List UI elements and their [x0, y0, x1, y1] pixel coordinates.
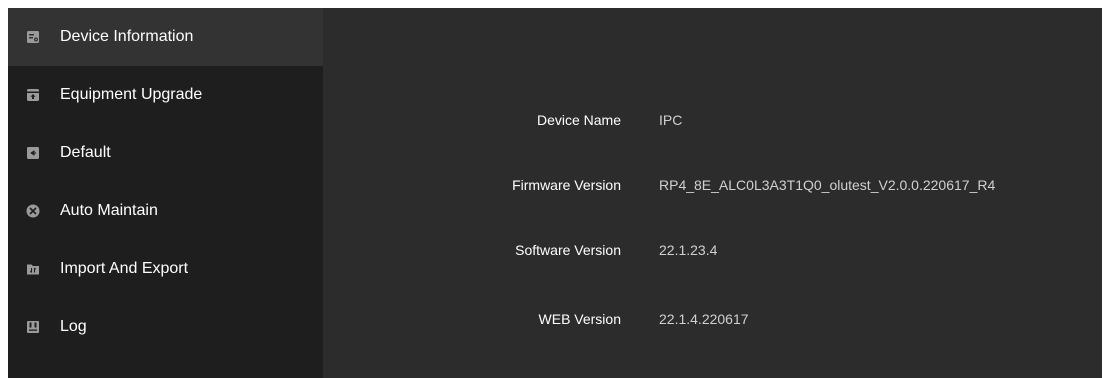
firmware-version-row: Firmware Version RP4_8E_ALC0L3A3T1Q0_olu…	[323, 177, 1102, 197]
device-name-row: Device Name IPC	[323, 112, 1102, 132]
sidebar-item-log[interactable]: Log	[8, 298, 323, 356]
top-strip	[0, 0, 1110, 8]
sidebar-item-label: Device Information	[60, 28, 194, 45]
device-name-value: IPC	[659, 112, 683, 128]
web-version-value: 22.1.4.220617	[659, 311, 749, 327]
app-window: Device Information Equipment Upgrade Def…	[8, 8, 1102, 378]
default-icon	[26, 146, 40, 160]
sidebar-item-import-export[interactable]: Import And Export	[8, 240, 323, 298]
sidebar-item-equipment-upgrade[interactable]: Equipment Upgrade	[8, 66, 323, 124]
auto-maintain-icon	[26, 204, 40, 218]
sidebar-item-auto-maintain[interactable]: Auto Maintain	[8, 182, 323, 240]
device-info-icon	[26, 30, 40, 44]
upgrade-icon	[26, 88, 40, 102]
device-info-panel: Device Name IPC Firmware Version RP4_8E_…	[323, 8, 1102, 378]
sidebar: Device Information Equipment Upgrade Def…	[8, 8, 323, 378]
web-version-row: WEB Version 22.1.4.220617	[323, 311, 1102, 331]
sidebar-item-label: Equipment Upgrade	[60, 86, 203, 103]
firmware-version-value: RP4_8E_ALC0L3A3T1Q0_olutest_V2.0.0.22061…	[659, 177, 996, 193]
sidebar-item-label: Import And Export	[60, 260, 189, 277]
device-name-label: Device Name	[536, 112, 621, 128]
log-icon	[26, 320, 40, 334]
software-version-row: Software Version 22.1.23.4	[323, 242, 1102, 262]
firmware-version-label: Firmware Version	[512, 177, 621, 193]
web-version-label: WEB Version	[538, 311, 621, 327]
sidebar-item-label: Log	[60, 318, 87, 335]
sidebar-item-default[interactable]: Default	[8, 124, 323, 182]
software-version-value: 22.1.23.4	[659, 242, 718, 258]
sidebar-item-device-information[interactable]: Device Information	[8, 8, 323, 66]
import-export-icon	[26, 262, 40, 276]
software-version-label: Software Version	[515, 242, 621, 258]
sidebar-item-label: Auto Maintain	[60, 202, 158, 219]
sidebar-item-label: Default	[60, 144, 111, 161]
